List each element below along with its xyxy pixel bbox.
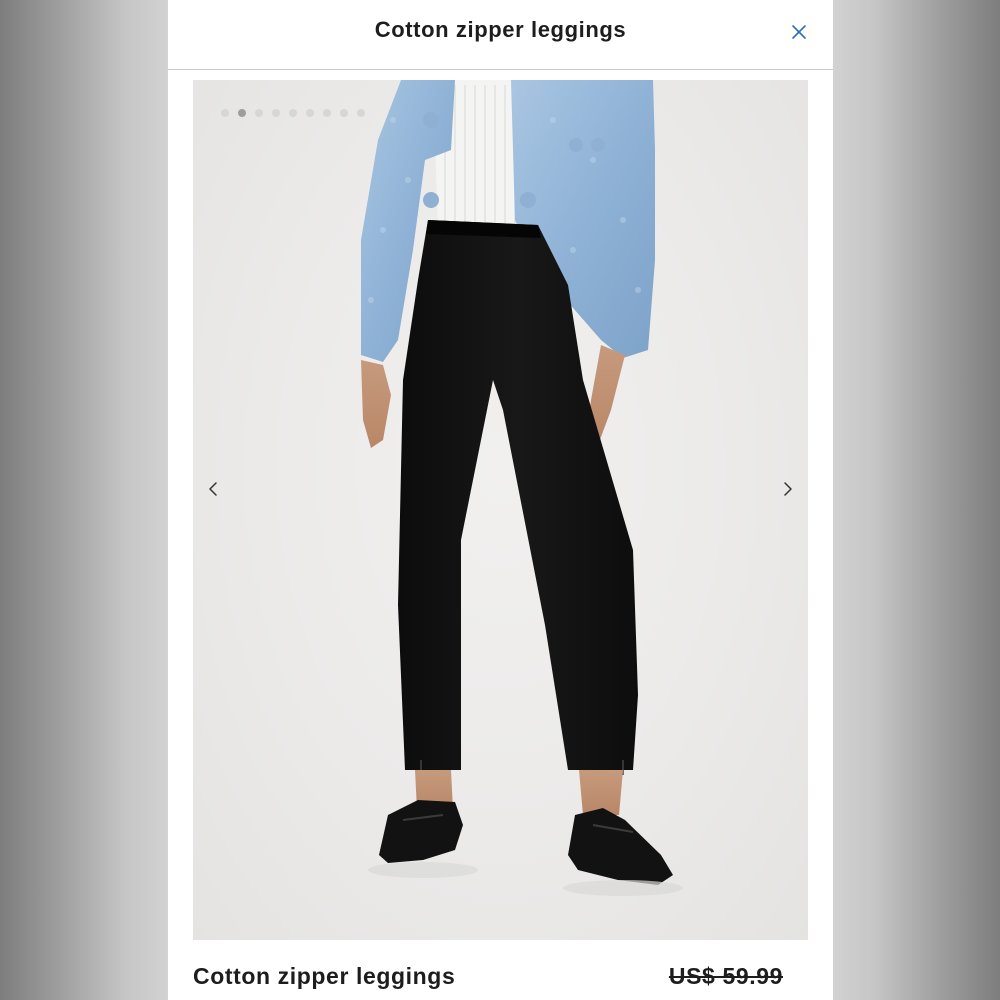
previous-image-button[interactable] xyxy=(201,475,225,503)
pagination-dot[interactable] xyxy=(289,109,297,117)
image-pagination xyxy=(221,109,365,117)
page-title: Cotton zipper leggings xyxy=(374,17,627,42)
backdrop-right xyxy=(832,0,1000,1000)
backdrop-left xyxy=(0,0,168,1000)
pagination-dot[interactable] xyxy=(221,109,229,117)
pagination-dot[interactable] xyxy=(340,109,348,117)
chevron-left-icon xyxy=(209,482,217,496)
chevron-right-icon xyxy=(784,482,792,496)
pagination-dot[interactable] xyxy=(272,109,280,117)
close-icon xyxy=(792,25,806,39)
product-quickview-panel: Cotton zipper leggings Cotton zipper leg… xyxy=(168,0,833,1000)
next-image-button[interactable] xyxy=(776,475,800,503)
product-image xyxy=(361,80,683,896)
pagination-dot[interactable] xyxy=(255,109,263,117)
pagination-dot[interactable] xyxy=(357,109,365,117)
close-button[interactable] xyxy=(785,18,813,46)
pagination-dot[interactable] xyxy=(306,109,314,117)
pagination-dot-active[interactable] xyxy=(238,109,246,117)
product-name: Cotton zipper leggings xyxy=(193,963,456,989)
product-price: US$ 59.99 xyxy=(668,963,783,989)
product-image-gallery[interactable] xyxy=(193,80,808,940)
pagination-dot[interactable] xyxy=(323,109,331,117)
quickview-header: Cotton zipper leggings xyxy=(168,0,833,70)
